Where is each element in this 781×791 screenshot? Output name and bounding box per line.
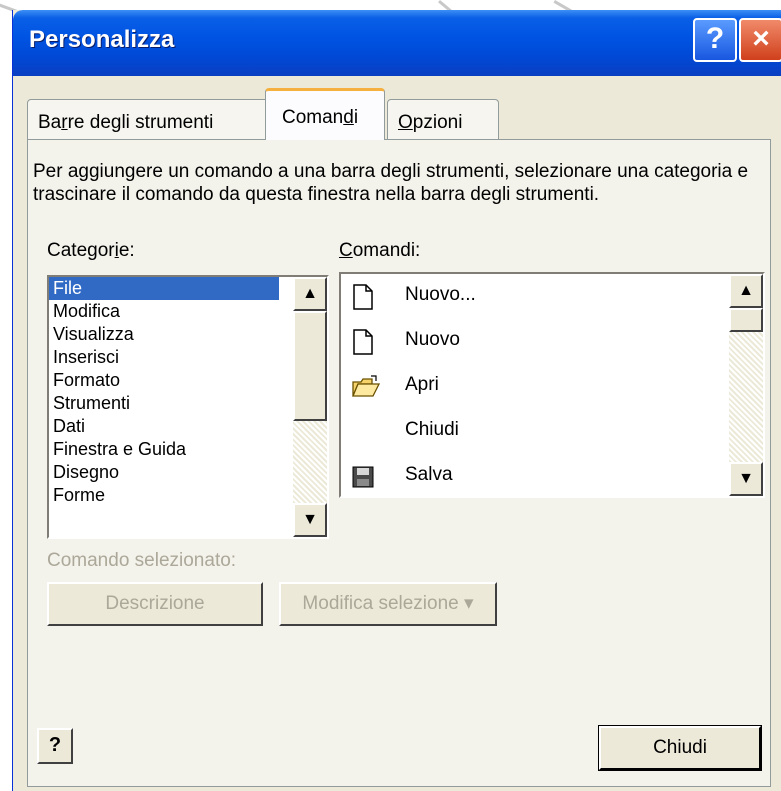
commands-label: Comandi: xyxy=(339,240,420,262)
tab-label: i xyxy=(353,107,359,128)
scroll-down-button[interactable]: ▼ xyxy=(729,462,763,496)
tab-label: Ba xyxy=(38,112,62,133)
command-item[interactable]: Nuovo... xyxy=(341,274,763,319)
commands-scrollbar[interactable]: ▲ ▼ xyxy=(729,274,763,496)
command-item[interactable]: Nuovo xyxy=(341,319,763,364)
chiudi-button[interactable]: Chiudi xyxy=(598,725,762,771)
window-title: Personalizza xyxy=(29,26,175,53)
button-label: Chiudi xyxy=(653,737,707,758)
category-item[interactable]: Strumenti xyxy=(49,392,327,415)
command-item[interactable]: Apri xyxy=(341,364,763,409)
categories-scrollbar[interactable]: ▲ ▼ xyxy=(293,277,327,537)
help-icon: ? xyxy=(48,734,62,756)
tab-label-accesskey: d xyxy=(343,107,354,128)
label-text: omandi: xyxy=(352,240,421,261)
category-item[interactable]: Finestra e Guida xyxy=(49,438,327,461)
categories-listbox[interactable]: File Modifica Visualizza Inserisci Forma… xyxy=(47,275,329,539)
category-item[interactable]: Dati xyxy=(49,415,327,438)
label-accesskey: C xyxy=(339,240,353,261)
modify-selection-button[interactable]: Modifica selezione ▾ xyxy=(279,582,497,626)
category-item[interactable]: Disegno xyxy=(49,461,327,484)
label-text: Categor xyxy=(47,240,115,261)
arrow-down-icon: ▼ xyxy=(302,511,318,528)
category-item[interactable]: File xyxy=(49,277,279,300)
arrow-down-icon: ▼ xyxy=(738,470,754,487)
tab-opzioni[interactable]: Opzioni xyxy=(387,99,499,139)
command-label: Apri xyxy=(405,374,439,395)
commands-listbox[interactable]: Nuovo... Nuovo Apri Chiudi Salva ▲ ▼ xyxy=(339,272,765,498)
instructions-text: Per aggiungere un comando a una barra de… xyxy=(33,161,749,205)
command-label: Nuovo... xyxy=(405,284,476,305)
button-label: Modifica selezione xyxy=(302,593,459,614)
arrow-up-icon: ▲ xyxy=(302,285,318,302)
scroll-thumb[interactable] xyxy=(729,308,763,332)
category-item[interactable]: Inserisci xyxy=(49,346,327,369)
scroll-up-button[interactable]: ▲ xyxy=(729,274,763,308)
category-item[interactable]: Formato xyxy=(49,369,327,392)
arrow-up-icon: ▲ xyxy=(738,282,754,299)
open-folder-icon xyxy=(352,375,381,397)
tab-label: re degli strumenti xyxy=(67,112,214,133)
command-label: Chiudi xyxy=(405,419,459,440)
help-icon: ? xyxy=(705,22,725,55)
command-item[interactable]: Chiudi xyxy=(341,409,763,454)
label-text: e: xyxy=(118,240,135,261)
category-item[interactable]: Forme xyxy=(49,484,327,507)
tab-barre-degli-strumenti[interactable]: Barre degli strumenti xyxy=(27,99,269,139)
dialog-client-area: Barre degli strumenti Comandi Opzioni Pe… xyxy=(13,76,780,791)
close-icon: × xyxy=(752,22,770,55)
new-document-icon xyxy=(353,329,373,355)
help-button[interactable]: ? xyxy=(693,18,737,62)
tab-label: pzioni xyxy=(412,112,463,133)
command-label: Salva xyxy=(405,464,453,485)
description-button[interactable]: Descrizione xyxy=(47,582,263,626)
selected-command-label: Comando selezionato: xyxy=(47,550,237,571)
new-document-icon xyxy=(353,284,373,310)
customize-dialog: Personalizza ? × Barre degli strumenti C… xyxy=(12,10,781,791)
command-item[interactable]: Salva xyxy=(341,454,763,499)
tab-label: Coman xyxy=(282,107,344,128)
tab-label-accesskey: O xyxy=(398,112,413,133)
button-label: Descrizione xyxy=(105,593,205,614)
command-label: Nuovo xyxy=(405,329,460,350)
tab-comandi[interactable]: Comandi xyxy=(265,88,385,140)
title-bar: Personalizza ? × xyxy=(13,10,781,76)
scroll-up-button[interactable]: ▲ xyxy=(293,277,327,311)
dropdown-arrow-icon: ▾ xyxy=(464,593,474,614)
scroll-down-button[interactable]: ▼ xyxy=(293,503,327,537)
save-disk-icon xyxy=(352,466,374,488)
category-item[interactable]: Modifica xyxy=(49,300,327,323)
category-item[interactable]: Visualizza xyxy=(49,323,327,346)
categories-label: Categorie: xyxy=(47,240,135,262)
close-button[interactable]: × xyxy=(739,18,781,62)
office-help-button[interactable]: ? xyxy=(37,728,73,764)
scroll-thumb[interactable] xyxy=(293,311,327,421)
